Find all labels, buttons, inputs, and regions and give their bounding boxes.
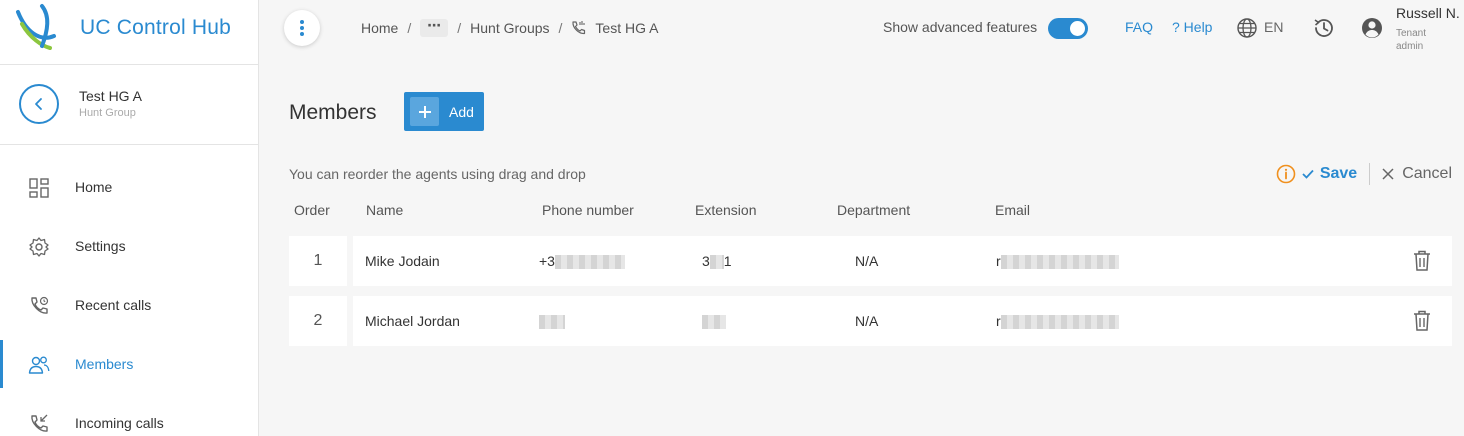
breadcrumb-separator: / xyxy=(457,20,462,36)
sidebar-item-incoming-calls[interactable]: Incoming calls xyxy=(0,394,258,436)
sidebar-item-label: Home xyxy=(75,179,113,195)
page-title: Members xyxy=(289,101,377,124)
context-subtitle: Hunt Group xyxy=(79,107,136,119)
email: r xyxy=(996,253,1119,270)
cancel-button[interactable]: Cancel xyxy=(1382,165,1452,183)
dashboard-icon xyxy=(29,178,49,198)
column-header-name: Name xyxy=(366,202,404,218)
sidebar-item-label: Incoming calls xyxy=(75,415,164,431)
phone-prefix: +3 xyxy=(539,253,555,269)
column-header-department: Department xyxy=(837,202,911,218)
main-content: Members Add You can reorder the agents u… xyxy=(259,65,1464,436)
table-row[interactable]: 1 Mike Jodain +3 31 N/A r xyxy=(289,236,1452,286)
sidebar-item-settings[interactable]: Settings xyxy=(0,217,258,275)
form-actions: Save Cancel xyxy=(1276,163,1452,185)
order-cell: 2 xyxy=(289,296,347,346)
sidebar-item-members[interactable]: Members xyxy=(0,335,258,393)
sidebar-item-recent-calls[interactable]: Recent calls xyxy=(0,276,258,334)
gear-icon xyxy=(29,237,49,257)
save-label: Save xyxy=(1319,165,1358,182)
divider xyxy=(1369,163,1371,185)
column-header-extension: Extension xyxy=(695,202,757,218)
hunt-group-icon xyxy=(572,21,586,35)
redacted-email xyxy=(1000,315,1119,330)
sidebar-item-home[interactable]: Home xyxy=(0,158,258,216)
language-selector[interactable]: EN xyxy=(1264,19,1283,35)
top-header: Home / ⋯ / Hunt Groups / Test HG A Show … xyxy=(259,0,1464,65)
sidebar-item-label: Recent calls xyxy=(75,297,152,313)
redacted-phone xyxy=(554,255,625,270)
redacted-extension xyxy=(702,315,726,330)
user-avatar-icon[interactable] xyxy=(1360,16,1384,40)
advanced-features-toggle[interactable] xyxy=(1048,18,1088,39)
redacted-phone xyxy=(539,315,565,330)
extension-prefix: 3 xyxy=(702,253,710,269)
incoming-call-icon xyxy=(31,414,48,432)
member-name: Mike Jodain xyxy=(365,253,440,269)
delete-icon[interactable] xyxy=(1412,310,1432,332)
back-button[interactable] xyxy=(19,84,59,124)
sidebar-item-label: Members xyxy=(75,356,134,372)
redacted-email xyxy=(1000,255,1119,270)
member-row-body[interactable]: Michael Jordan N/A r xyxy=(353,296,1452,346)
add-button-label: Add xyxy=(449,103,474,120)
app-logo xyxy=(16,4,56,50)
delete-icon[interactable] xyxy=(1412,250,1432,272)
phone-number: +3 xyxy=(539,253,625,270)
column-header-order: Order xyxy=(294,202,330,218)
history-icon[interactable] xyxy=(1312,16,1336,40)
close-icon xyxy=(1382,168,1394,180)
users-icon xyxy=(28,356,50,374)
member-row-body[interactable]: Mike Jodain +3 31 N/A r xyxy=(353,236,1452,286)
department: N/A xyxy=(855,253,879,269)
cancel-label: Cancel xyxy=(1402,165,1452,182)
faq-link[interactable]: FAQ xyxy=(1125,19,1153,35)
extension: 31 xyxy=(702,253,732,270)
redacted-extension xyxy=(709,255,724,270)
context-title: Test HG A xyxy=(79,88,143,104)
plus-icon xyxy=(410,97,439,126)
breadcrumb-home[interactable]: Home xyxy=(361,20,398,36)
breadcrumb-separator: / xyxy=(558,20,563,36)
member-name: Michael Jordan xyxy=(365,313,460,329)
breadcrumb: Home / ⋯ / Hunt Groups / Test HG A xyxy=(361,18,659,37)
column-header-phone: Phone number xyxy=(542,202,634,218)
order-cell: 1 xyxy=(289,236,347,286)
department: N/A xyxy=(855,313,879,329)
email: r xyxy=(996,313,1119,330)
table-header: Order Name Phone number Extension Depart… xyxy=(259,202,1464,222)
table-row[interactable]: 2 Michael Jordan N/A r xyxy=(289,296,1452,346)
extension xyxy=(702,313,726,330)
check-icon xyxy=(1302,169,1314,179)
chevron-left-icon xyxy=(35,98,42,110)
brand: UC Control Hub xyxy=(0,0,258,65)
user-name[interactable]: Russell N. xyxy=(1396,5,1460,21)
phone-history-icon xyxy=(31,296,49,314)
advanced-features-label: Show advanced features xyxy=(883,19,1038,35)
reorder-hint: You can reorder the agents using drag an… xyxy=(289,166,586,182)
info-icon[interactable] xyxy=(1276,164,1296,184)
help-link[interactable]: ? Help xyxy=(1172,19,1212,35)
app-name: UC Control Hub xyxy=(80,16,232,39)
user-role: Tenant admin xyxy=(1396,28,1427,52)
context-header: Test HG A Hunt Group xyxy=(0,65,258,145)
phone-number xyxy=(539,313,565,330)
save-button[interactable]: Save xyxy=(1302,165,1357,183)
vertical-dots-icon xyxy=(300,20,304,36)
sidebar-item-label: Settings xyxy=(75,238,126,254)
breadcrumb-current: Test HG A xyxy=(595,20,659,36)
globe-icon[interactable] xyxy=(1236,17,1258,39)
add-member-button[interactable]: Add xyxy=(404,92,484,131)
breadcrumb-ellipsis[interactable]: ⋯ xyxy=(420,18,449,37)
breadcrumb-separator: / xyxy=(407,20,412,36)
sidebar: UC Control Hub Test HG A Hunt Group Home… xyxy=(0,0,259,436)
extension-suffix: 1 xyxy=(723,253,732,269)
column-header-email: Email xyxy=(995,202,1031,218)
more-menu-button[interactable] xyxy=(284,10,320,46)
breadcrumb-hunt-groups[interactable]: Hunt Groups xyxy=(470,20,549,36)
